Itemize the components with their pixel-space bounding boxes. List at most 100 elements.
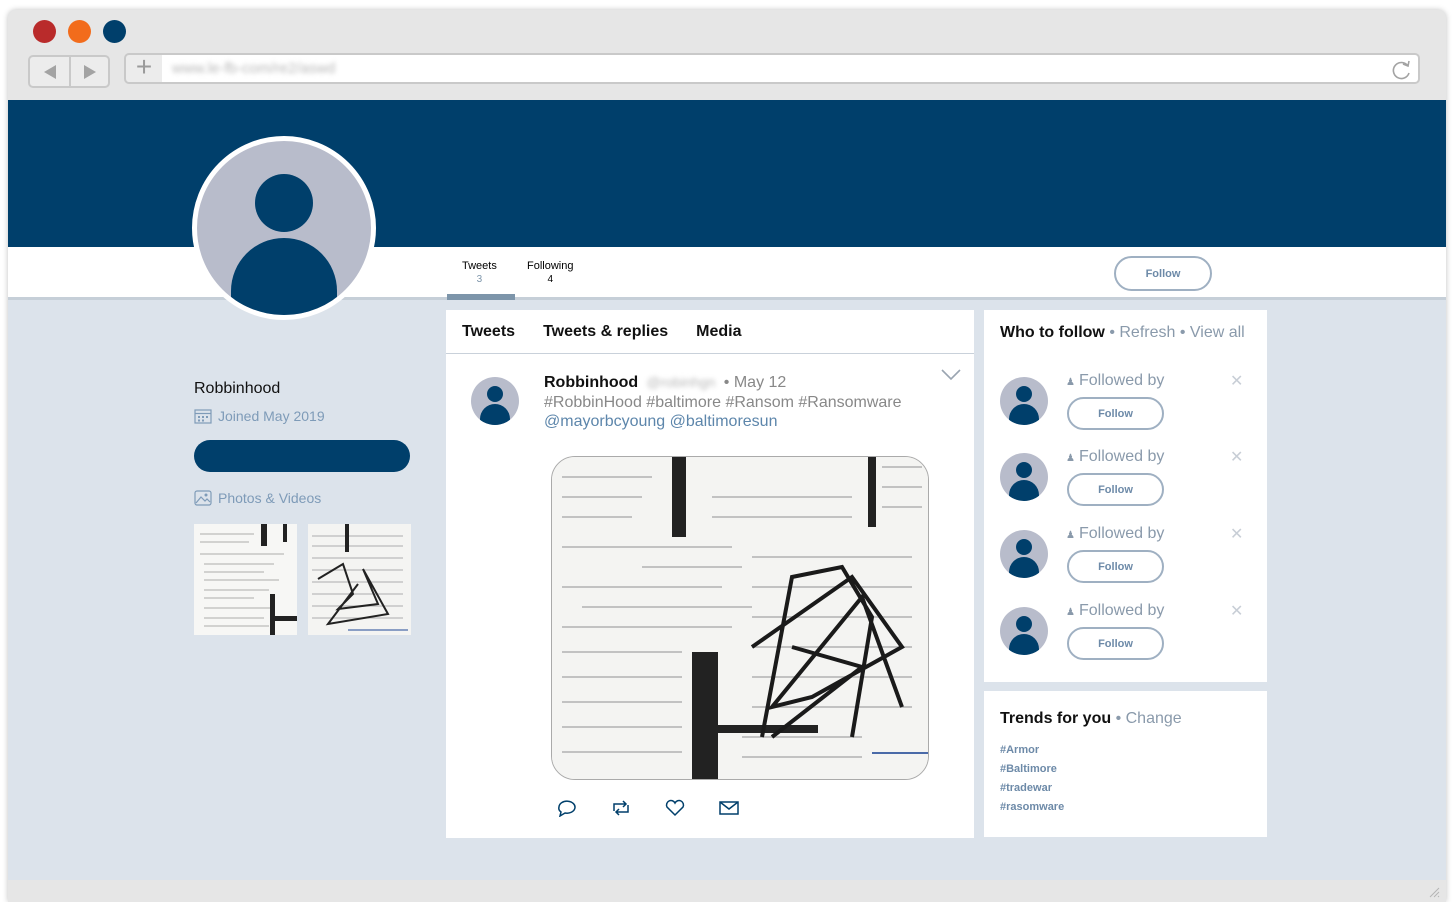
close-icon[interactable]: ✕ (1230, 447, 1243, 467)
like-icon[interactable] (664, 799, 686, 817)
suggestion-row: ♟ Followed by Follow ✕ (1000, 602, 1260, 677)
stat-tweets-value: 3 (476, 274, 483, 285)
followed-by-label: Followed by (1078, 602, 1165, 619)
tweet-avatar[interactable] (471, 377, 519, 425)
stat-following[interactable]: Following 4 (527, 260, 573, 285)
scribbled-document-thumbnail (308, 524, 411, 635)
stat-tweets[interactable]: Tweets 3 (462, 260, 497, 285)
reload-icon[interactable] (1390, 58, 1414, 82)
stat-following-value: 4 (547, 274, 554, 285)
followed-by-text: ♟ Followed by (1066, 525, 1164, 543)
who-to-follow-header: Who to follow • Refresh • View all (1000, 324, 1245, 342)
ransom-note-image (552, 457, 928, 779)
calendar-icon (194, 409, 212, 424)
ransom-note-thumbnail (194, 524, 297, 635)
forward-arrow-icon[interactable] (70, 57, 110, 86)
photos-videos-link[interactable]: Photos & Videos (194, 490, 424, 506)
close-icon[interactable]: ✕ (1230, 371, 1243, 391)
profile-sidebar: Robbinhood Joined May 2019 Photos & Vide… (194, 380, 424, 635)
trends-card: Trends for you • Change #Armor #Baltimor… (984, 691, 1267, 837)
tweet-author-handle[interactable]: @robinhgn (647, 374, 716, 390)
follow-button[interactable]: Follow (1067, 397, 1164, 430)
tweet-hashtags: #RobbinHood #baltimore #Ransom #Ransomwa… (544, 394, 902, 411)
suggestion-avatar[interactable] (1000, 607, 1048, 655)
tweet-mentions[interactable]: @mayorbcyoung @baltimoresun (544, 413, 777, 431)
close-icon[interactable]: ✕ (1230, 524, 1243, 544)
view-all-link[interactable]: • View all (1180, 324, 1245, 341)
maximize-window-dot[interactable] (103, 20, 126, 43)
browser-window: + www.le-fb-com/re2/aswd Tweets 3 Follow… (8, 10, 1446, 902)
new-tab-button[interactable]: + (124, 53, 164, 84)
profile-avatar[interactable] (192, 136, 376, 320)
url-text: www.le-fb-com/re2/aswd (172, 60, 336, 77)
media-thumbnails (194, 524, 424, 635)
profile-name: Robbinhood (194, 380, 281, 397)
suggestion-row: ♟ Followed by Follow ✕ (1000, 372, 1260, 447)
history-nav (28, 55, 110, 88)
tweet-date: • May 12 (723, 374, 787, 391)
trend-item[interactable]: #Armor (1000, 744, 1064, 763)
person-icon: ♟ (1066, 530, 1075, 541)
change-trends-link[interactable]: • Change (1116, 710, 1182, 727)
suggestion-avatar[interactable] (1000, 453, 1048, 501)
tab-tweets[interactable]: Tweets (462, 323, 515, 341)
back-arrow-icon[interactable] (30, 57, 70, 86)
resize-grip-icon[interactable] (1428, 886, 1440, 898)
trend-list: #Armor #Baltimore #tradewar #rasomware (1000, 744, 1064, 820)
suggestion-row: ♟ Followed by Follow ✕ (1000, 525, 1260, 600)
minimize-window-dot[interactable] (68, 20, 91, 43)
address-bar[interactable]: www.le-fb-com/re2/aswd (162, 53, 1420, 84)
trend-item[interactable]: #Baltimore (1000, 763, 1064, 782)
person-icon: ♟ (1066, 377, 1075, 388)
joined-text: Joined May 2019 (218, 408, 325, 424)
trends-header: Trends for you • Change (1000, 710, 1182, 728)
tweet-author-name[interactable]: Robbinhood (544, 374, 638, 391)
timeline-tabs: Tweets Tweets & replies Media (446, 310, 974, 354)
followed-by-text: ♟ Followed by (1066, 372, 1164, 390)
tab-media[interactable]: Media (696, 323, 741, 341)
followed-by-label: Followed by (1078, 525, 1165, 542)
image-icon (194, 490, 212, 506)
followed-by-text: ♟ Followed by (1066, 448, 1164, 466)
followed-by-label: Followed by (1078, 448, 1165, 465)
media-thumbnail[interactable] (308, 524, 411, 635)
close-window-dot[interactable] (33, 20, 56, 43)
who-to-follow-title: Who to follow (1000, 324, 1105, 341)
browser-toolbar: + www.le-fb-com/re2/aswd (8, 10, 1446, 100)
stat-tweets-label: Tweets (462, 260, 497, 272)
suggestion-avatar[interactable] (1000, 377, 1048, 425)
message-icon[interactable] (718, 799, 740, 817)
chevron-down-icon[interactable] (940, 368, 962, 382)
tab-tweets-replies[interactable]: Tweets & replies (543, 323, 668, 341)
trend-item[interactable]: #tradewar (1000, 782, 1064, 801)
profile-action-pill[interactable] (194, 440, 410, 472)
joined-date: Joined May 2019 (194, 408, 424, 424)
person-icon: ♟ (1066, 453, 1075, 464)
timeline-card: Tweets Tweets & replies Media Robbinhood… (446, 310, 974, 838)
person-icon: ♟ (1066, 607, 1075, 618)
suggestion-avatar[interactable] (1000, 530, 1048, 578)
close-icon[interactable]: ✕ (1230, 601, 1243, 621)
followed-by-text: ♟ Followed by (1066, 602, 1164, 620)
photos-videos-label: Photos & Videos (218, 490, 322, 506)
trend-item[interactable]: #rasomware (1000, 801, 1064, 820)
who-to-follow-card: Who to follow • Refresh • View all ♟ Foll… (984, 310, 1267, 682)
reply-icon[interactable] (556, 799, 578, 817)
tweet-header: Robbinhood @robinhgn • May 12 (544, 374, 786, 392)
follow-button[interactable]: Follow (1067, 627, 1164, 660)
retweet-icon[interactable] (610, 799, 632, 817)
follow-button[interactable]: Follow (1067, 550, 1164, 583)
default-user-icon (231, 174, 337, 315)
default-user-icon (1009, 539, 1039, 578)
follow-profile-button[interactable]: Follow (1114, 256, 1212, 291)
suggestion-row: ♟ Followed by Follow ✕ (1000, 448, 1260, 523)
tweet-image[interactable] (551, 456, 929, 780)
followed-by-label: Followed by (1078, 372, 1165, 389)
default-user-icon (1009, 462, 1039, 501)
refresh-link[interactable]: • Refresh (1109, 324, 1175, 341)
media-thumbnail[interactable] (194, 524, 297, 635)
stat-following-label: Following (527, 260, 574, 272)
follow-button[interactable]: Follow (1067, 473, 1164, 506)
browser-status-bar (8, 880, 1446, 902)
tweet-actions (556, 799, 740, 817)
